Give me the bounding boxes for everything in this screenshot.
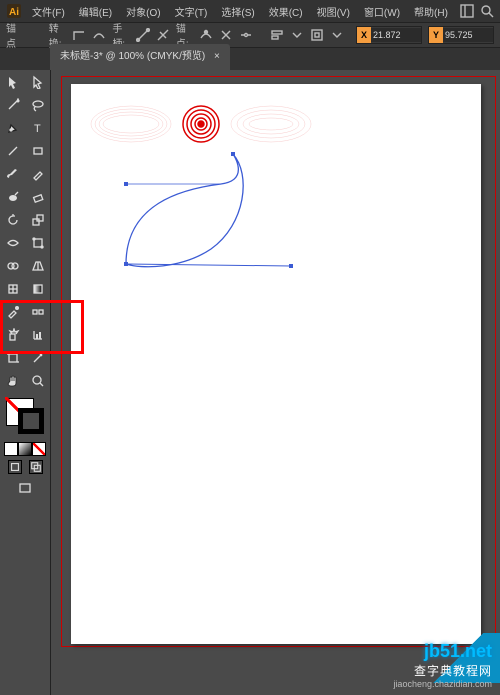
- scale-tool[interactable]: [25, 208, 50, 231]
- type-tool[interactable]: T: [25, 116, 50, 139]
- gradient-tool[interactable]: [25, 277, 50, 300]
- chevron-down-icon[interactable]: [330, 26, 344, 44]
- watermark: jb51.net 查字典教程网 jiaocheng.chazidian.com: [393, 641, 492, 689]
- paintbrush-tool[interactable]: [0, 162, 25, 185]
- line-tool[interactable]: [0, 139, 25, 162]
- layout-icon[interactable]: [458, 2, 476, 20]
- x-tag: X: [357, 27, 371, 43]
- rectangle-tool[interactable]: [25, 139, 50, 162]
- pen-tool[interactable]: [0, 116, 25, 139]
- menu-select[interactable]: 选择(S): [215, 2, 260, 21]
- mesh-tool[interactable]: [0, 277, 25, 300]
- chevron-down-icon[interactable]: [290, 26, 304, 44]
- shape-builder-tool[interactable]: [0, 254, 25, 277]
- draw-normal-icon[interactable]: [8, 460, 22, 474]
- toolbox: T: [0, 70, 51, 695]
- menu-bar: Ai 文件(F) 编辑(E) 对象(O) 文字(T) 选择(S) 效果(C) 视…: [0, 0, 500, 22]
- width-tool[interactable]: [0, 231, 25, 254]
- screen-mode-tool[interactable]: [0, 476, 50, 500]
- app-logo-icon: Ai: [4, 1, 24, 21]
- y-tag: Y: [429, 27, 443, 43]
- free-transform-tool[interactable]: [25, 231, 50, 254]
- draw-behind-icon[interactable]: [29, 460, 43, 474]
- slice-tool[interactable]: [25, 346, 50, 369]
- perspective-tool[interactable]: [25, 254, 50, 277]
- selection-tool[interactable]: [0, 70, 25, 93]
- y-coordinate-field[interactable]: Y: [428, 26, 494, 44]
- artboard-tool[interactable]: [0, 346, 25, 369]
- draw-mode-row: [4, 442, 46, 456]
- menu-help[interactable]: 帮助(H): [408, 2, 454, 21]
- menu-object[interactable]: 对象(O): [120, 2, 166, 21]
- document-tab-strip: 未标题-3* @ 100% (CMYK/预览) ×: [0, 48, 500, 70]
- magic-wand-tool[interactable]: [0, 93, 25, 116]
- y-input[interactable]: [443, 28, 493, 42]
- document-tab[interactable]: 未标题-3* @ 100% (CMYK/预览) ×: [50, 44, 230, 70]
- stroke-swatch[interactable]: [18, 408, 44, 434]
- direct-selection-tool[interactable]: [25, 70, 50, 93]
- gradient-mode-icon[interactable]: [18, 442, 32, 456]
- menu-edit[interactable]: 编辑(E): [73, 2, 118, 21]
- lasso-tool[interactable]: [25, 93, 50, 116]
- transform-icon[interactable]: [310, 26, 324, 44]
- eyedropper-tool[interactable]: [0, 300, 25, 323]
- handle-hide-icon[interactable]: [156, 26, 170, 44]
- pencil-tool[interactable]: [25, 162, 50, 185]
- document-tab-title: 未标题-3* @ 100% (CMYK/预览): [60, 51, 205, 62]
- svg-text:T: T: [34, 123, 41, 135]
- artwork: [71, 84, 481, 644]
- menu-effect[interactable]: 效果(C): [263, 2, 309, 21]
- convert-corner-icon[interactable]: [72, 26, 86, 44]
- none-mode-icon[interactable]: [32, 442, 46, 456]
- menu-type[interactable]: 文字(T): [169, 2, 214, 21]
- anchor-cut-icon[interactable]: [219, 26, 233, 44]
- blob-brush-tool[interactable]: [0, 185, 25, 208]
- canvas-area[interactable]: jb51.net 查字典教程网 jiaocheng.chazidian.com: [51, 70, 500, 695]
- eraser-tool[interactable]: [25, 185, 50, 208]
- artboard[interactable]: [71, 84, 481, 644]
- hand-tool[interactable]: [0, 369, 25, 392]
- rotate-tool[interactable]: [0, 208, 25, 231]
- anchor-join-icon[interactable]: [239, 26, 253, 44]
- color-mode-icon[interactable]: [4, 442, 18, 456]
- graph-tool[interactable]: [25, 323, 50, 346]
- anchor-remove-icon[interactable]: [199, 26, 213, 44]
- zoom-tool[interactable]: [25, 369, 50, 392]
- watermark-url: jiaocheng.chazidian.com: [393, 679, 492, 689]
- menu-file[interactable]: 文件(F): [26, 2, 71, 21]
- align-icon[interactable]: [270, 26, 284, 44]
- handle-show-icon[interactable]: [136, 26, 150, 44]
- x-input[interactable]: [371, 28, 421, 42]
- x-coordinate-field[interactable]: X: [356, 26, 422, 44]
- close-tab-icon[interactable]: ×: [214, 51, 220, 62]
- search-icon[interactable]: [478, 2, 496, 20]
- menu-view[interactable]: 视图(V): [311, 2, 356, 21]
- screen-mode-row: [4, 460, 46, 474]
- color-well[interactable]: [4, 396, 46, 436]
- watermark-cn: 查字典教程网: [393, 662, 492, 679]
- svg-text:Ai: Ai: [9, 7, 19, 18]
- blend-tool[interactable]: [25, 300, 50, 323]
- leaf-path: [126, 154, 243, 267]
- menu-window[interactable]: 窗口(W): [358, 2, 406, 21]
- symbol-sprayer-tool[interactable]: [0, 323, 25, 346]
- anchor-label: 锚点: [6, 20, 21, 50]
- convert-smooth-icon[interactable]: [92, 26, 106, 44]
